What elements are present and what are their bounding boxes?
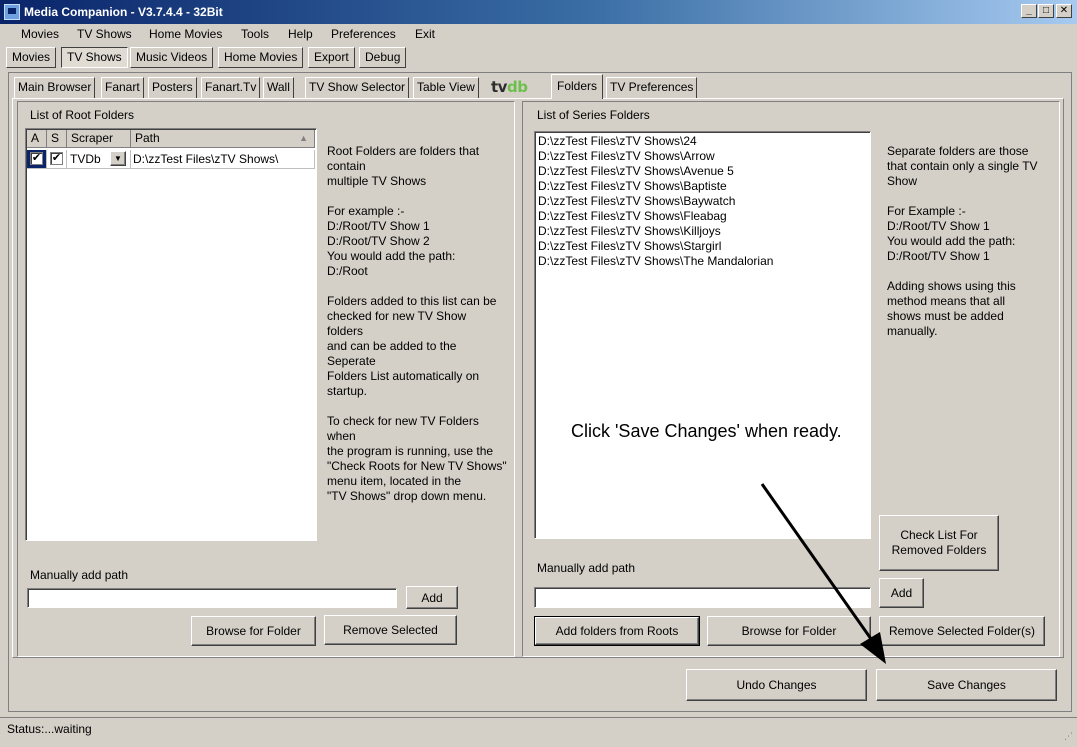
subtab-fanart-tv[interactable]: Fanart.Tv bbox=[201, 77, 261, 98]
status-bar: Status:...waiting ⋰ bbox=[0, 717, 1077, 747]
tab-music-videos[interactable]: Music Videos bbox=[130, 47, 214, 68]
root-add-button[interactable]: Add bbox=[406, 586, 458, 609]
tvdb-logo[interactable]: tvdb bbox=[487, 77, 541, 97]
scraper-value: TVDb bbox=[70, 152, 101, 166]
menu-tools[interactable]: Tools bbox=[241, 27, 269, 43]
table-row[interactable]: ✔ bbox=[27, 150, 47, 169]
root-folders-help: Root Folders are folders that contain mu… bbox=[327, 144, 507, 503]
annotation-text: Click 'Save Changes' when ready. bbox=[571, 421, 842, 441]
tab-tv-shows[interactable]: TV Shows bbox=[61, 47, 128, 68]
resize-grip-icon[interactable]: ⋰ bbox=[1061, 732, 1073, 745]
close-button[interactable]: ✕ bbox=[1056, 4, 1072, 18]
list-item[interactable]: D:\zzTest Files\zTV Shows\Arrow bbox=[538, 149, 715, 164]
column-header-a[interactable]: A bbox=[27, 130, 47, 148]
subtab-tv-preferences[interactable]: TV Preferences bbox=[606, 77, 698, 98]
sort-asc-icon: ▲ bbox=[299, 133, 308, 143]
subtab-tv-show-selector[interactable]: TV Show Selector bbox=[305, 77, 410, 98]
column-header-scraper[interactable]: Scraper bbox=[67, 130, 131, 148]
series-folders-title: List of Series Folders bbox=[534, 108, 653, 122]
scan-cell: ✔ bbox=[47, 150, 67, 169]
series-folders-help: Separate folders are those that contain … bbox=[887, 144, 1038, 338]
save-changes-button[interactable]: Save Changes bbox=[876, 669, 1057, 701]
remove-selected-folders-button[interactable]: Remove Selected Folder(s) bbox=[879, 616, 1045, 646]
column-header-path[interactable]: Path ▲ bbox=[131, 130, 315, 148]
list-item[interactable]: D:\zzTest Files\zTV Shows\Baywatch bbox=[538, 194, 735, 209]
tab-export[interactable]: Export bbox=[308, 47, 355, 68]
subtab-folders[interactable]: Folders bbox=[551, 74, 604, 99]
column-header-path-label: Path bbox=[135, 131, 160, 145]
auto-checkbox[interactable]: ✔ bbox=[30, 152, 43, 165]
window-title: Media Companion - V3.7.4.4 - 32Bit bbox=[24, 5, 223, 19]
root-manual-label: Manually add path bbox=[30, 568, 129, 582]
series-manual-label: Manually add path bbox=[537, 561, 636, 575]
tab-movies[interactable]: Movies bbox=[6, 47, 57, 68]
root-path-input[interactable] bbox=[27, 588, 397, 608]
root-remove-button[interactable]: Remove Selected bbox=[324, 615, 457, 645]
menu-exit[interactable]: Exit bbox=[415, 27, 435, 43]
add-folders-from-roots-button[interactable]: Add folders from Roots bbox=[534, 616, 700, 646]
minimize-button[interactable]: _ bbox=[1021, 4, 1037, 18]
tab-debug[interactable]: Debug bbox=[359, 47, 407, 68]
app-icon bbox=[4, 4, 20, 20]
list-item[interactable]: D:\zzTest Files\zTV Shows\Fleabag bbox=[538, 209, 727, 224]
list-item[interactable]: D:\zzTest Files\zTV Shows\Killjoys bbox=[538, 224, 721, 239]
status-text: Status:...waiting bbox=[7, 722, 92, 736]
subtab-table-view[interactable]: Table View bbox=[413, 77, 479, 98]
tab-home-movies[interactable]: Home Movies bbox=[218, 47, 304, 68]
maximize-button[interactable]: □ bbox=[1038, 4, 1054, 18]
menu-home-movies[interactable]: Home Movies bbox=[149, 27, 222, 43]
root-folders-grid[interactable] bbox=[25, 128, 317, 541]
list-item[interactable]: D:\zzTest Files\zTV Shows\Avenue 5 bbox=[538, 164, 734, 179]
menu-tv-shows[interactable]: TV Shows bbox=[77, 27, 132, 43]
chevron-down-icon[interactable]: ▼ bbox=[110, 151, 126, 166]
list-item[interactable]: D:\zzTest Files\zTV Shows\24 bbox=[538, 134, 697, 149]
scraper-cell[interactable]: TVDb ▼ bbox=[67, 150, 131, 169]
list-item[interactable]: D:\zzTest Files\zTV Shows\Stargirl bbox=[538, 239, 721, 254]
root-browse-button[interactable]: Browse for Folder bbox=[191, 616, 316, 646]
scan-checkbox[interactable]: ✔ bbox=[50, 152, 63, 165]
subtab-wall[interactable]: Wall bbox=[263, 77, 294, 98]
tvdb-logo-text: tvdb bbox=[491, 78, 528, 96]
subtab-fanart[interactable]: Fanart bbox=[101, 77, 144, 98]
menu-movies[interactable]: Movies bbox=[21, 27, 59, 43]
subtab-posters[interactable]: Posters bbox=[148, 77, 197, 98]
path-cell[interactable]: D:\zzTest Files\zTV Shows\ bbox=[131, 150, 315, 169]
menu-bar: Movies TV Shows Home Movies Tools Help P… bbox=[0, 25, 1077, 45]
menu-preferences[interactable]: Preferences bbox=[331, 27, 396, 43]
undo-changes-button[interactable]: Undo Changes bbox=[686, 669, 867, 701]
list-item[interactable]: D:\zzTest Files\zTV Shows\The Mandaloria… bbox=[538, 254, 773, 269]
subtab-main-browser[interactable]: Main Browser bbox=[14, 77, 96, 98]
title-bar: Media Companion - V3.7.4.4 - 32Bit _ □ ✕ bbox=[0, 0, 1077, 24]
annotation-arrow-icon bbox=[760, 483, 886, 664]
root-folders-title: List of Root Folders bbox=[27, 108, 138, 122]
list-item[interactable]: D:\zzTest Files\zTV Shows\Baptiste bbox=[538, 179, 727, 194]
menu-help[interactable]: Help bbox=[288, 27, 313, 43]
column-header-s[interactable]: S bbox=[47, 130, 67, 148]
